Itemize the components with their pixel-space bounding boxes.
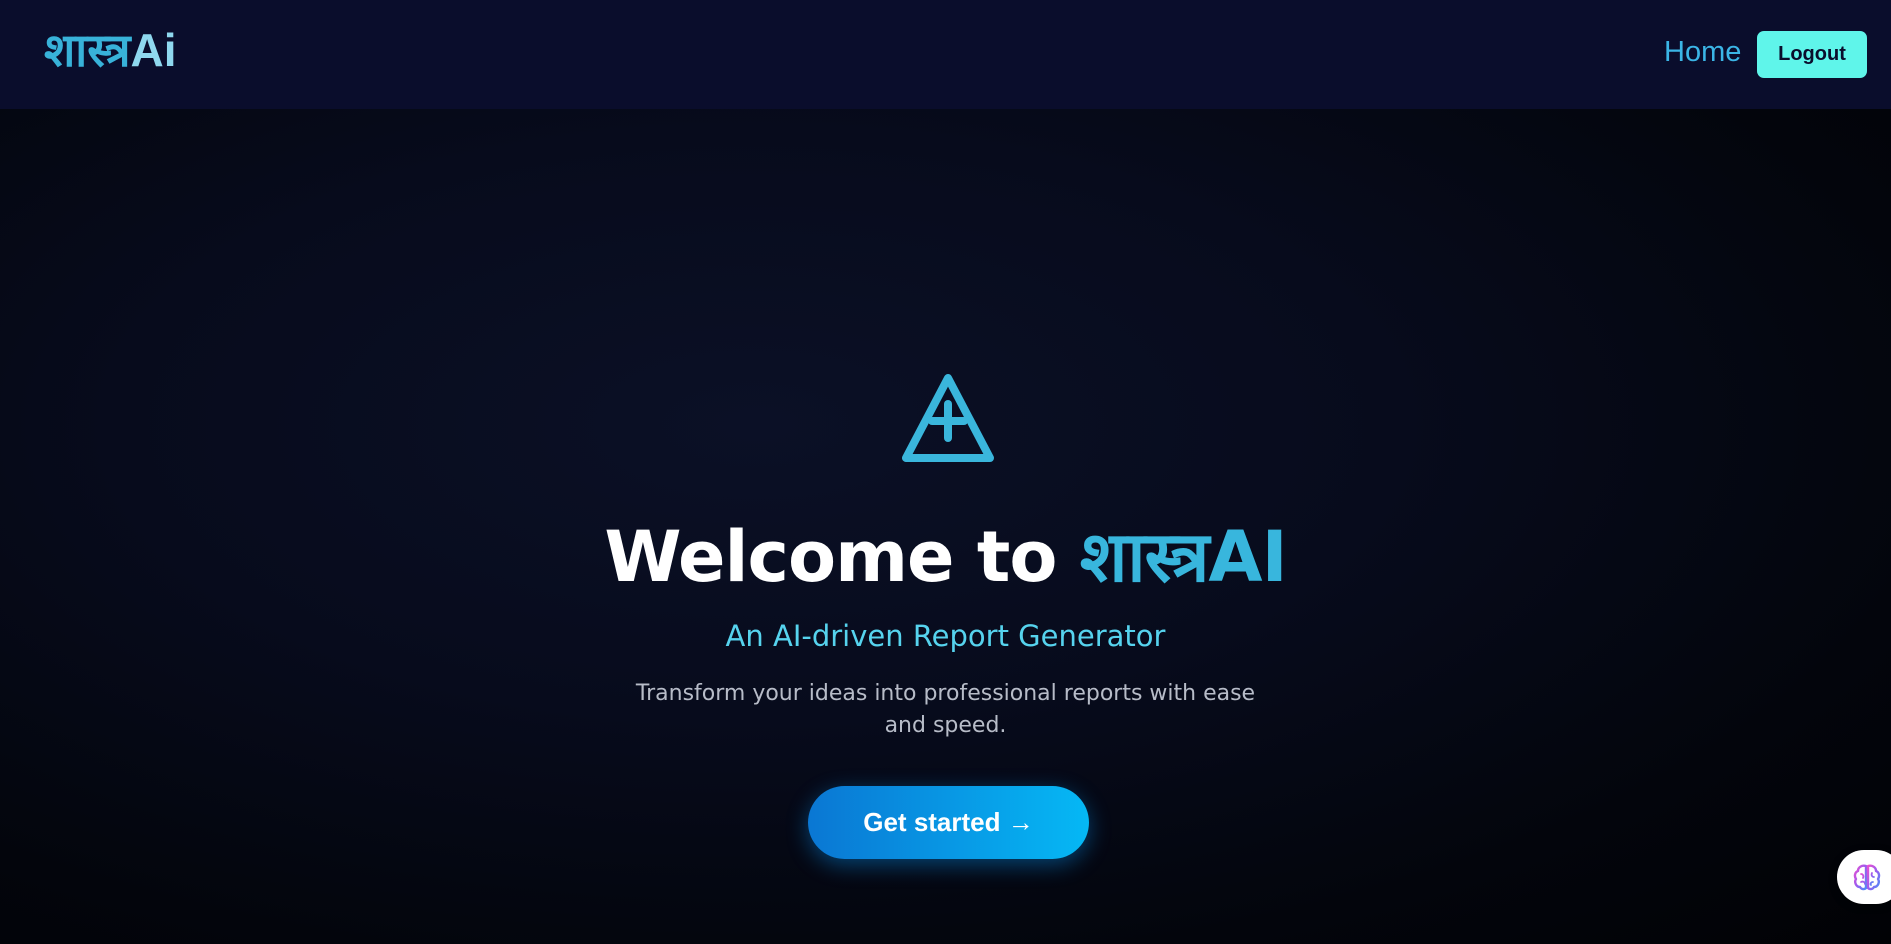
assistant-button[interactable] xyxy=(1837,850,1891,904)
hero-title-prefix: Welcome to xyxy=(604,516,1080,598)
hero-title-accent: शास्त्रAI xyxy=(1079,516,1288,598)
get-started-button[interactable]: Get started → xyxy=(808,786,1089,859)
brand-latin: Ai xyxy=(130,24,177,76)
brand-devanagari: शास्त्र xyxy=(44,23,131,77)
hero-subtitle: An AI-driven Report Generator xyxy=(725,619,1166,653)
hero-title: Welcome to शास्त्रAI xyxy=(0,515,1891,599)
navbar: शास्त्रAi Home Logout xyxy=(0,0,1891,109)
brain-icon xyxy=(1853,864,1881,891)
triangle-plus-icon xyxy=(898,370,998,466)
nav-home-link[interactable]: Home xyxy=(1664,32,1741,72)
hero-description: Transform your ideas into professional r… xyxy=(635,681,1256,738)
brand-logo[interactable]: शास्त्रAi xyxy=(44,20,176,80)
landing-page: शास्त्रAi Home Logout Welcome to शास्त्र… xyxy=(0,0,1891,944)
logout-button[interactable]: Logout xyxy=(1757,31,1867,78)
